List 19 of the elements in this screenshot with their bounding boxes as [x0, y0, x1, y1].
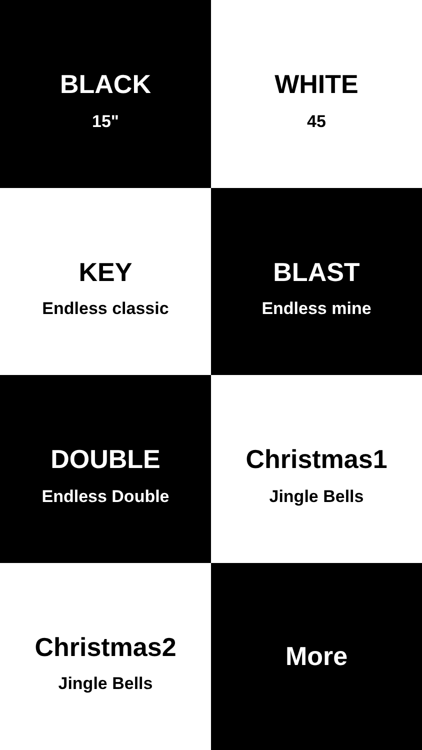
mode-subtitle: Jingle Bells [58, 675, 153, 694]
mode-title: BLACK [60, 70, 151, 99]
mode-title: More [285, 642, 348, 671]
mode-tile[interactable]: More [211, 562, 422, 750]
mode-subtitle: Endless classic [42, 300, 169, 319]
mode-title: WHITE [274, 70, 358, 99]
mode-title: Christmas1 [246, 445, 388, 474]
mode-tile[interactable]: BLAST Endless mine [211, 188, 422, 375]
mode-title: KEY [78, 258, 132, 286]
mode-subtitle: 45 [307, 112, 326, 132]
mode-title: BLAST [273, 258, 360, 286]
mode-subtitle: 15" [92, 112, 119, 132]
mode-subtitle: Jingle Bells [269, 488, 364, 506]
mode-subtitle: Endless mine [262, 300, 372, 319]
mode-tile[interactable]: DOUBLE Endless Double [0, 375, 211, 562]
mode-tile[interactable]: BLACK 15" [0, 0, 211, 188]
mode-title: DOUBLE [50, 445, 160, 474]
mode-subtitle: Endless Double [42, 488, 170, 506]
mode-title: Christmas2 [34, 632, 176, 662]
